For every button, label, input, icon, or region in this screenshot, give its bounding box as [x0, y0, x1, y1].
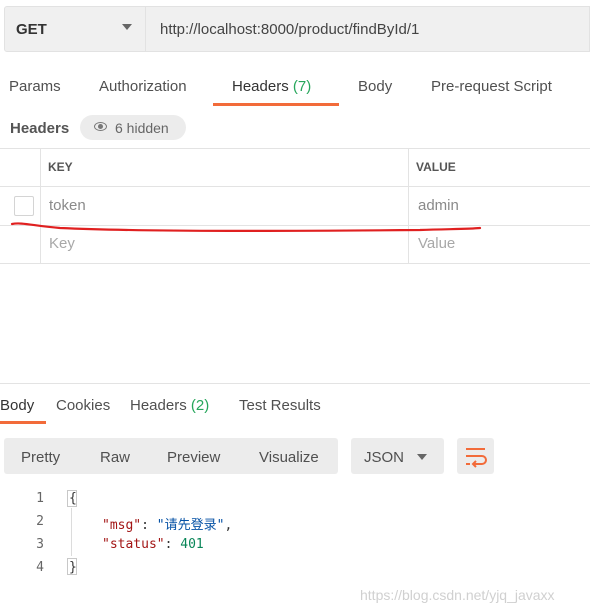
tab-authorization[interactable]: Authorization: [99, 78, 187, 95]
watermark: https://blog.csdn.net/yjq_javaxx: [360, 587, 555, 603]
row-enable-checkbox[interactable]: [14, 196, 34, 216]
json-line-status: "status": 401: [102, 537, 204, 552]
json-number-value: 401: [180, 537, 204, 552]
response-tab-cookies[interactable]: Cookies: [56, 397, 110, 414]
json-string-value: "请先登录": [156, 518, 225, 533]
wrap-lines-icon: [466, 448, 487, 468]
header-value-cell[interactable]: admin: [418, 197, 459, 214]
header-key-cell[interactable]: token: [49, 197, 86, 214]
tab-headers[interactable]: Headers (7): [232, 78, 311, 95]
tab-count: (2): [190, 397, 210, 414]
view-preview-button[interactable]: Preview: [167, 449, 220, 466]
tab-label: Headers: [232, 78, 289, 95]
response-tab-test-results[interactable]: Test Results: [239, 397, 321, 414]
headers-title: Headers: [10, 120, 70, 137]
column-divider: [408, 149, 409, 263]
response-tab-body[interactable]: Body: [0, 397, 34, 414]
url-text: http://localhost:8000/product/findById/1: [160, 21, 420, 38]
method-label: GET: [16, 21, 47, 38]
json-key: "status": [102, 537, 165, 552]
column-header-value: VALUE: [416, 160, 456, 174]
view-pretty-button[interactable]: Pretty: [21, 449, 60, 466]
eye-pupil: [98, 124, 103, 129]
tab-count: (7): [292, 78, 312, 95]
tab-label: Body: [0, 397, 35, 414]
tab-label: Pre-request Script: [431, 78, 552, 95]
chevron-down-icon[interactable]: [122, 24, 132, 30]
indent-guide: [71, 508, 72, 556]
json-close-brace: }: [69, 560, 77, 575]
tab-label: Body: [358, 78, 393, 95]
line-number: 3: [36, 537, 44, 552]
red-underline-annotation: [10, 222, 482, 232]
view-raw-button[interactable]: Raw: [100, 449, 130, 466]
json-line-msg: "msg": "请先登录",: [102, 518, 233, 533]
tab-body[interactable]: Body: [358, 78, 392, 95]
line-number: 4: [36, 560, 44, 575]
active-response-tab-indicator: [0, 421, 46, 424]
response-divider: [0, 383, 590, 384]
tab-pre-request-script[interactable]: Pre-request Script: [431, 78, 552, 95]
table-divider: [0, 263, 590, 264]
tab-label: Params: [9, 78, 61, 95]
format-label: JSON: [364, 449, 405, 466]
response-tab-headers[interactable]: Headers (2): [130, 397, 209, 414]
chevron-down-icon: [417, 454, 427, 460]
tab-params[interactable]: Params: [9, 78, 61, 95]
tab-label: Authorization: [99, 78, 187, 95]
tab-label: Test Results: [239, 397, 321, 414]
tab-label: Cookies: [56, 397, 111, 414]
json-open-brace: {: [69, 491, 77, 506]
table-border: [0, 148, 590, 149]
wrap-lines-button[interactable]: [457, 438, 494, 474]
hidden-count-label: 6 hidden: [115, 120, 169, 136]
line-number: 1: [36, 491, 44, 506]
table-divider: [0, 186, 590, 187]
column-header-key: KEY: [48, 160, 73, 174]
column-divider: [40, 149, 41, 263]
line-number: 2: [36, 514, 44, 529]
json-key: "msg": [102, 518, 142, 533]
view-visualize-button[interactable]: Visualize: [259, 449, 319, 466]
active-tab-indicator: [213, 103, 339, 106]
tab-label: Headers: [130, 397, 187, 414]
